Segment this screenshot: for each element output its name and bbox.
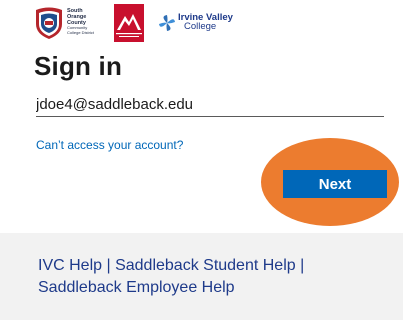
saddleback-logo xyxy=(114,4,144,42)
cant-access-account-link[interactable]: Can’t access your account? xyxy=(36,138,183,152)
saddleback-student-help-link[interactable]: Saddleback Student Help xyxy=(115,257,296,274)
page-title: Sign in xyxy=(34,51,123,81)
ivc-leaf-icon xyxy=(159,15,175,31)
help-separator: | xyxy=(295,257,305,274)
email-field[interactable] xyxy=(36,92,384,117)
help-separator: | xyxy=(102,257,116,274)
help-links-panel: IVC Help | Saddleback Student Help | Sad… xyxy=(0,233,403,320)
socccd-sub2: College District xyxy=(67,29,94,35)
next-button[interactable]: Next xyxy=(283,170,387,198)
ivc-logo: Irvine Valley College xyxy=(158,12,248,36)
ivc-wordmark: Irvine Valley College xyxy=(178,13,233,32)
ivc-help-link[interactable]: IVC Help xyxy=(38,257,102,274)
help-links: IVC Help | Saddleback Student Help | Sad… xyxy=(38,255,378,299)
college-logos: South Orange County Community College Di… xyxy=(34,4,254,44)
ivc-line2: College xyxy=(184,21,217,32)
socccd-shield-icon xyxy=(36,7,62,39)
saddleback-employee-help-link[interactable]: Saddleback Employee Help xyxy=(38,279,235,296)
socccd-wordmark: South Orange County Community College Di… xyxy=(67,8,107,35)
